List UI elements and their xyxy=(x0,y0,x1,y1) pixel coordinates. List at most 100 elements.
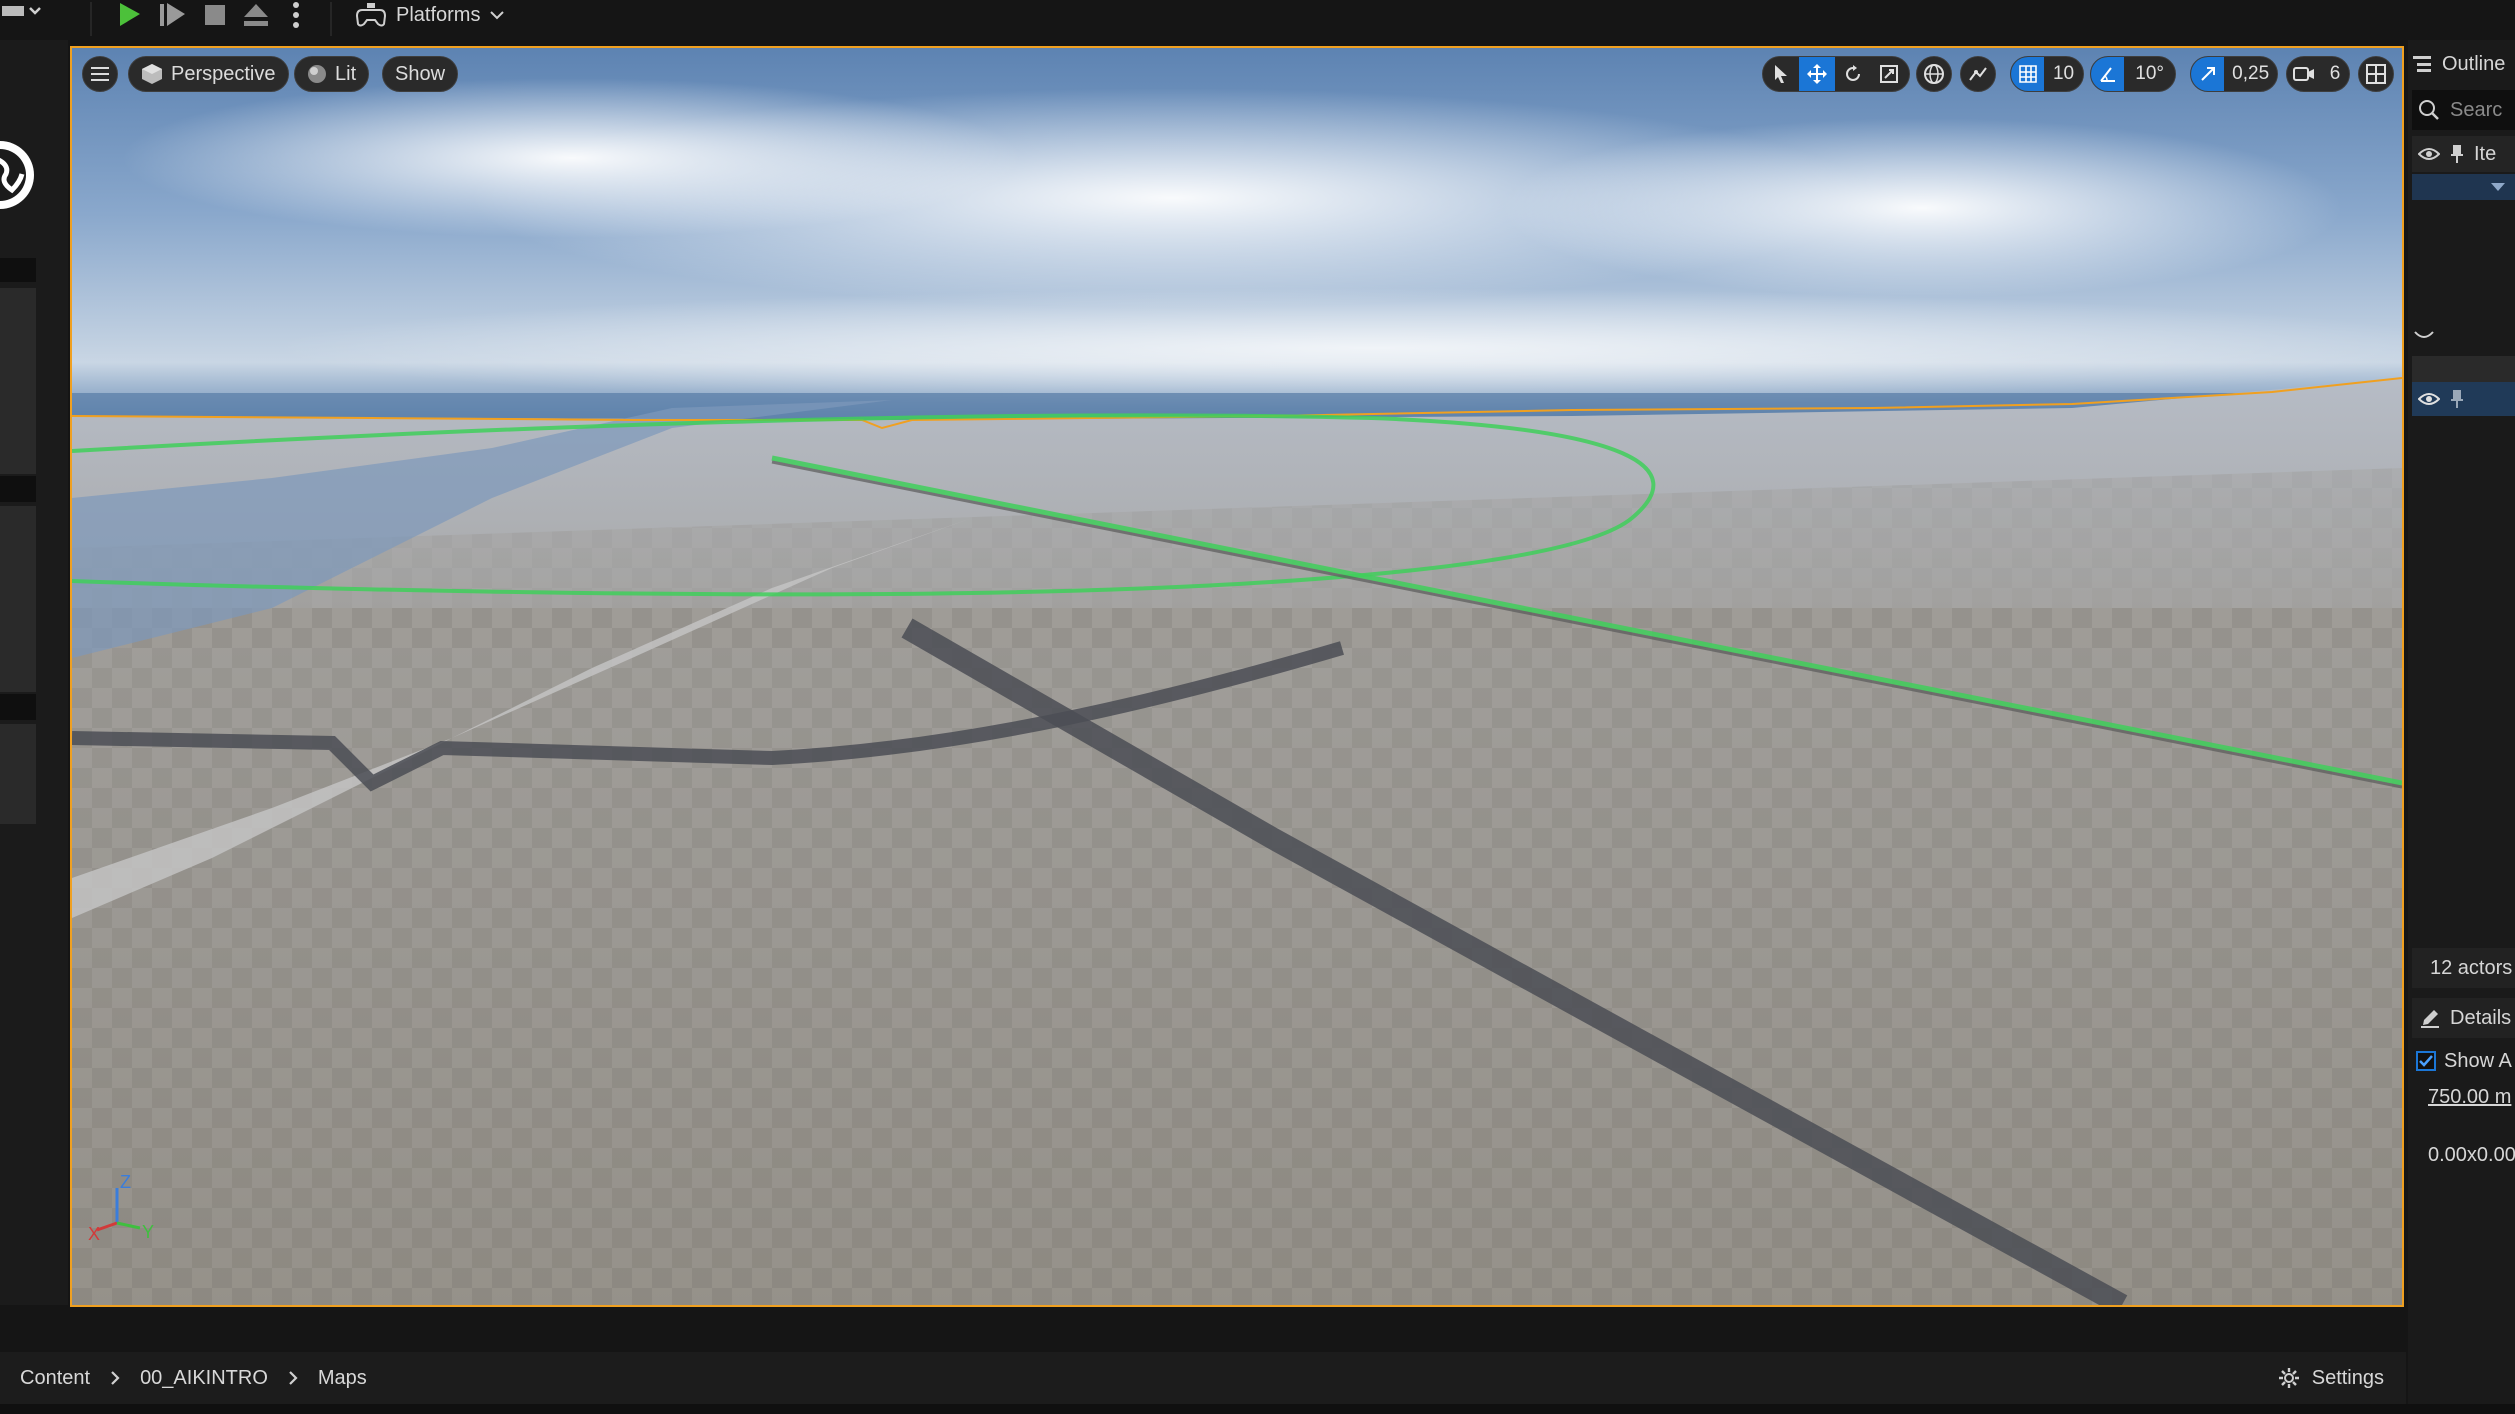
surface-snap-button[interactable] xyxy=(1960,56,1996,92)
rotate-tool-button[interactable] xyxy=(1835,57,1871,91)
gamepad-icon xyxy=(356,3,386,27)
perspective-button[interactable]: Perspective xyxy=(128,56,289,92)
advance-frame-button[interactable] xyxy=(150,0,194,30)
breadcrumb-item-content[interactable]: Content xyxy=(20,1367,90,1390)
camera-speed-icon-cell xyxy=(2287,57,2321,91)
scale-icon xyxy=(1880,65,1898,83)
viewport-layout-button[interactable] xyxy=(2358,56,2394,92)
outliner-icon xyxy=(2413,56,2431,72)
grid-mode-icon xyxy=(2,6,41,16)
grid-icon xyxy=(2018,65,2037,83)
checkmark-icon xyxy=(2419,1055,2433,1067)
scale-arrow-icon xyxy=(2200,67,2215,81)
scale-tool-button[interactable] xyxy=(1871,57,1907,91)
globe-icon xyxy=(1924,64,1944,84)
settings-button[interactable]: Settings xyxy=(2278,1352,2384,1404)
outliner-header: Ite xyxy=(2412,136,2515,172)
grid-snap-group[interactable]: 10 xyxy=(2010,56,2084,92)
outliner-column-item[interactable]: Ite xyxy=(2474,143,2496,166)
size-row: 0.00x0.00 xyxy=(2412,1138,2515,1172)
level-viewport[interactable]: Z X Y Perspective Lit Show 10 10° 0,25 6 xyxy=(70,46,2404,1307)
chevron-right-icon[interactable] xyxy=(286,1371,300,1385)
rotation-snap-group[interactable]: 10° xyxy=(2090,56,2176,92)
camera-speed-group[interactable]: 6 xyxy=(2286,56,2350,92)
show-all-row: Show A xyxy=(2412,1044,2515,1078)
rotation-snap-toggle[interactable] xyxy=(2091,57,2125,91)
eject-button[interactable] xyxy=(236,0,276,30)
left-panel-section xyxy=(0,506,36,692)
axis-y-label: Y xyxy=(142,1222,154,1242)
mode-menu-button[interactable] xyxy=(0,0,44,30)
actor-count-bar: 12 actors xyxy=(2412,948,2515,988)
world-globe-icon[interactable] xyxy=(0,130,40,220)
eye-icon[interactable] xyxy=(2418,391,2440,407)
select-tool-button[interactable] xyxy=(1763,57,1799,91)
pin-icon[interactable] xyxy=(2450,144,2464,164)
haze xyxy=(272,288,2402,408)
world-local-button[interactable] xyxy=(1916,56,1952,92)
outliner-row-selected[interactable] xyxy=(2412,174,2515,200)
viewport-menu-button[interactable] xyxy=(82,56,118,92)
details-tab[interactable]: Details xyxy=(2412,998,2515,1038)
grid-snap-toggle[interactable] xyxy=(2011,57,2045,91)
pin-icon[interactable] xyxy=(2450,389,2464,409)
left-panel-section xyxy=(0,724,36,824)
play-button[interactable] xyxy=(108,0,150,30)
rotate-icon xyxy=(1846,65,1860,81)
right-panel: Outline Searc Ite 12 actors Details Show… xyxy=(2408,40,2515,1414)
translate-tool-button[interactable] xyxy=(1799,57,1835,91)
outliner-row[interactable] xyxy=(2412,356,2515,382)
outliner-search[interactable]: Searc xyxy=(2412,90,2515,130)
show-label: Show xyxy=(395,62,446,85)
hamburger-icon xyxy=(91,67,109,81)
lit-sphere-icon xyxy=(308,65,326,83)
stop-button[interactable] xyxy=(195,0,235,30)
pencil-icon xyxy=(2421,1010,2439,1028)
outliner-search-input[interactable]: Searc xyxy=(2450,99,2502,122)
scale-snap-group[interactable]: 0,25 xyxy=(2190,56,2278,92)
bottom-toolbar-strip xyxy=(0,1308,2406,1352)
eye-closed-icon[interactable] xyxy=(2414,330,2434,342)
camera-icon xyxy=(2293,67,2314,81)
left-panel-header xyxy=(0,258,36,282)
breadcrumb-item-maps[interactable]: Maps xyxy=(318,1367,367,1390)
left-panel-header xyxy=(0,694,36,720)
surface-snap-icon xyxy=(1969,67,1987,81)
stop-icon xyxy=(205,5,225,25)
outliner-tab[interactable]: Outline xyxy=(2412,48,2515,80)
transform-tools-group xyxy=(1762,56,1910,92)
play-icon xyxy=(120,3,140,26)
scale-snap-value[interactable]: 0,25 xyxy=(2224,57,2277,91)
scale-snap-toggle[interactable] xyxy=(2191,57,2225,91)
settings-label: Settings xyxy=(2311,1366,2384,1389)
grid-snap-value[interactable]: 10 xyxy=(2044,57,2083,91)
camera-speed-value[interactable]: 6 xyxy=(2321,57,2349,91)
platforms-button[interactable]: Platforms xyxy=(356,0,512,30)
lit-button[interactable]: Lit xyxy=(294,56,370,92)
platforms-label: Platforms xyxy=(396,3,481,26)
move-arrows-icon xyxy=(1807,64,1827,84)
outliner-row-active[interactable] xyxy=(2412,382,2515,416)
cube-icon xyxy=(142,64,162,84)
axis-x-label: X xyxy=(88,1224,100,1244)
layout-icon xyxy=(2366,64,2386,84)
distance-value[interactable]: 750.00 m xyxy=(2428,1086,2511,1109)
toolbar-separator xyxy=(330,2,332,36)
show-button[interactable]: Show xyxy=(382,56,459,92)
chevron-down-icon xyxy=(2491,183,2505,191)
distance-row: 750.00 m xyxy=(2412,1080,2515,1114)
eye-icon[interactable] xyxy=(2418,146,2440,162)
window-bottom-edge xyxy=(0,1404,2515,1414)
more-options-button[interactable] xyxy=(280,0,312,30)
scene-render[interactable]: Z X Y xyxy=(72,48,2402,1305)
angle-icon xyxy=(2099,67,2115,82)
kebab-menu-icon xyxy=(293,2,299,28)
rotation-snap-value[interactable]: 10° xyxy=(2124,57,2175,91)
left-panel xyxy=(0,40,68,1305)
breadcrumb-item-aikintro[interactable]: 00_AIKINTRO xyxy=(140,1367,268,1390)
show-all-checkbox[interactable] xyxy=(2416,1051,2436,1071)
outliner-title: Outline xyxy=(2442,52,2506,75)
advance-frame-icon xyxy=(160,3,185,26)
details-title: Details xyxy=(2450,1006,2512,1029)
chevron-right-icon[interactable] xyxy=(108,1371,122,1385)
